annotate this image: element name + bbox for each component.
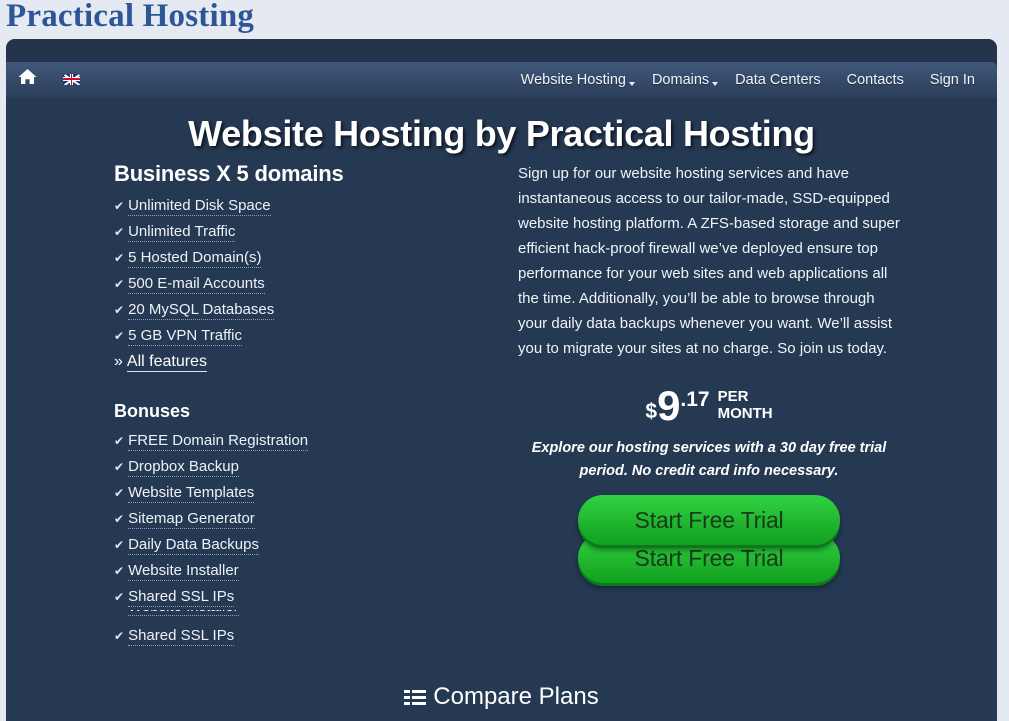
list-item[interactable]: ✔ 500 E-mail Accounts [114,271,444,297]
feature-label: 5 GB VPN Traffic [128,327,242,346]
check-icon: ✔ [114,277,125,291]
nav-item-label: Domains [651,72,710,88]
price-block: $ 9 .17 PER MONTH [518,383,900,427]
check-icon: ✔ [114,303,125,317]
price-period: PER MONTH [718,388,773,422]
check-icon: ✔ [114,629,125,643]
list-item[interactable]: ✔ FREE Domain Registration [114,428,444,454]
nav-item-label: Data Centers [735,72,821,88]
feature-label: Unlimited Traffic [128,223,236,242]
trial-note: Explore our hosting services with a 30 d… [531,440,887,479]
check-icon: ✔ [114,512,125,526]
bonus-label: FREE Domain Registration [128,432,309,451]
page-title: Website Hosting by Practical Hosting [188,113,815,154]
bonus-label: Dropbox Backup [128,458,239,477]
nav-item-label: Sign In [929,72,975,88]
bonus-label: Daily Data Backups [128,536,259,555]
list-item[interactable]: ✔ Dropbox Backup [114,454,444,480]
compare-plans-link[interactable]: Compare Plans [6,683,997,714]
chevron-down-icon [628,82,635,86]
bonuses-title: Bonuses [114,401,191,421]
list-item[interactable]: ✔ 20 MySQL Databases [114,297,444,323]
panel-top-strip [6,39,997,62]
check-icon: ✔ [114,225,125,239]
check-icon: ✔ [114,329,125,343]
price-currency: $ [645,400,658,423]
bonus-label: Sitemap Generator [128,510,255,529]
cta-area: Start Free Trial Start Free Trial [518,495,900,591]
uk-flag-icon[interactable] [63,73,80,85]
list-icon [404,686,427,714]
site-logo-title[interactable]: Practical Hosting [6,0,254,35]
check-icon: ✔ [114,486,125,500]
nav-item-contacts[interactable]: Contacts [847,72,904,88]
price-period-line2: MONTH [717,405,773,422]
price-cents: .17 [680,388,710,411]
feature-label: 20 MySQL Databases [128,301,275,320]
list-item[interactable]: ✔ Shared SSL IPs [114,584,444,610]
bonus-label: Shared SSL IPs [128,627,235,646]
list-item[interactable]: ✔ 5 Hosted Domain(s) [114,245,444,271]
check-icon: ✔ [114,434,125,448]
bonus-list-trailing: ✔ Shared SSL IPs [114,623,444,649]
start-free-trial-button[interactable]: Start Free Trial [578,495,840,545]
plan-name: Business X 5 domains [114,161,344,186]
list-item[interactable]: ✔ Website Templates [114,480,444,506]
bonus-list: ✔ FREE Domain Registration ✔ Dropbox Backu… [114,428,444,610]
home-icon[interactable] [18,68,37,90]
nav-item-website-hosting[interactable]: Website Hosting [520,72,635,88]
list-item[interactable]: ✔ Unlimited Traffic [114,219,444,245]
check-icon: ✔ [114,460,125,474]
bonus-label: Shared SSL IPs [128,588,235,607]
feature-label: 5 Hosted Domain(s) [128,249,262,268]
clipped-row-label: Website Installer [128,610,239,616]
nav-item-label: Contacts [846,72,904,88]
plan-column: Business X 5 domains ✔ Unlimited Disk Spa… [114,161,444,649]
price-amount: 9 [657,382,681,429]
list-item[interactable]: ✔ 5 GB VPN Traffic [114,323,444,349]
check-icon: ✔ [114,564,125,578]
feature-label: 500 E-mail Accounts [128,275,265,294]
brand-bar: Practical Hosting [0,0,1009,40]
bonus-label: Website Templates [128,484,255,503]
main-panel: Website Hosting Domains Data Centers Con… [6,39,997,721]
navbar-links: Website Hosting Domains Data Centers Con… [521,62,975,98]
clipped-overlap-row: Website Installer [128,610,246,623]
compare-plans-label: Compare Plans [433,683,599,710]
check-icon: ✔ [114,590,125,604]
list-item[interactable]: ✔ Daily Data Backups [114,532,444,558]
check-icon: ✔ [114,199,125,213]
nav-item-label: Website Hosting [520,72,626,88]
offer-column: Sign up for our website hosting services… [518,161,900,591]
check-icon: ✔ [114,538,125,552]
all-features-label: All features [126,353,207,372]
main-navbar: Website Hosting Domains Data Centers Con… [6,62,997,98]
list-item[interactable]: ✔ Website Installer [114,558,444,584]
list-item[interactable]: ✔ Shared SSL IPs [114,623,444,649]
plan-feature-list: ✔ Unlimited Disk Space ✔ Unlimited Traffic… [114,193,444,349]
price-period-line1: PER [717,388,749,405]
check-icon: ✔ [114,251,125,265]
nav-item-sign-in[interactable]: Sign In [930,72,975,88]
intro-paragraph: Sign up for our website hosting services… [518,165,900,357]
chevron-down-icon [712,82,719,86]
double-chevron-right-icon: » [114,353,123,370]
feature-label: Unlimited Disk Space [128,197,271,216]
bonus-label: Website Installer [128,562,239,581]
list-item[interactable]: ✔ Sitemap Generator [114,506,444,532]
nav-item-data-centers[interactable]: Data Centers [735,72,820,88]
list-item[interactable]: ✔ Unlimited Disk Space [114,193,444,219]
navbar-left-icons [18,68,80,90]
all-features-link[interactable]: » All features [114,353,444,372]
nav-item-domains[interactable]: Domains [651,72,719,88]
